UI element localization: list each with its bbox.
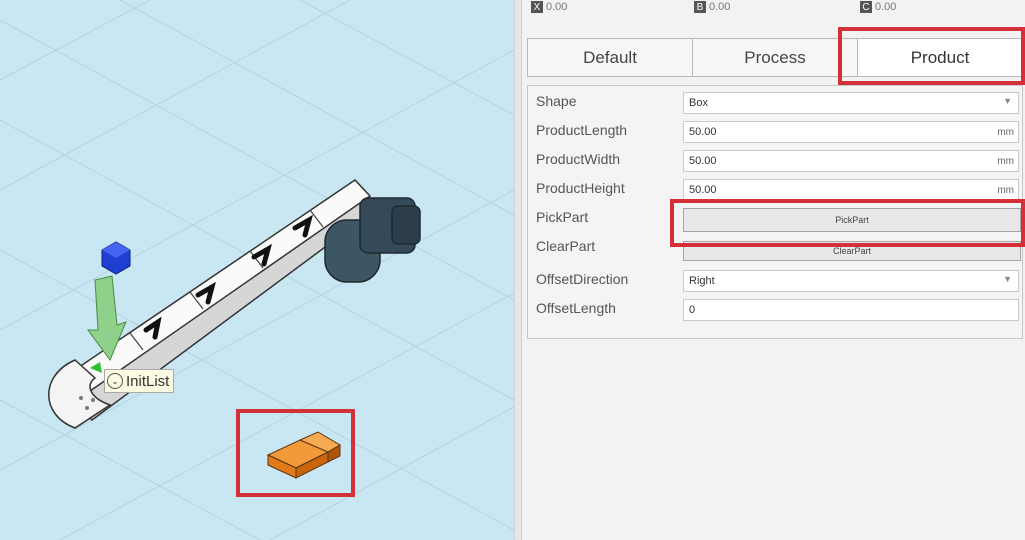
length-unit: mm <box>997 127 1014 138</box>
offset-direction-select[interactable]: Right ▼ <box>683 270 1019 292</box>
prop-row-height: ProductHeight 50.00 mm <box>528 176 1022 205</box>
prop-row-length: ProductLength 50.00 mm <box>528 118 1022 147</box>
coord-c[interactable]: C 0.00 <box>860 0 896 14</box>
width-value: 50.00 <box>689 155 717 167</box>
coord-x-label: X <box>531 1 543 13</box>
pickpart-label: PickPart <box>536 209 589 225</box>
length-label: ProductLength <box>536 122 628 138</box>
offset-direction-value: Right <box>689 275 715 287</box>
prop-row-pickpart: PickPart PickPart <box>528 205 1022 234</box>
panel-splitter[interactable] <box>514 0 522 540</box>
tab-default[interactable]: Default <box>528 39 693 76</box>
property-panel: X 0.00 B 0.00 C 0.00 Default Process Pro… <box>522 0 1025 540</box>
coord-c-label: C <box>860 1 872 13</box>
3d-viewport[interactable]: ⌄ InitList <box>0 0 514 540</box>
width-unit: mm <box>997 156 1014 167</box>
coord-b-value: 0.00 <box>709 1 731 13</box>
shape-value: Box <box>689 97 708 109</box>
prop-row-clearpart: ClearPart ClearPart <box>528 234 1022 263</box>
offset-length-field[interactable]: 0 <box>683 299 1019 321</box>
offset-length-value: 0 <box>689 304 696 316</box>
coord-x[interactable]: X 0.00 <box>531 0 567 14</box>
coord-c-value: 0.00 <box>875 1 897 13</box>
offset-direction-label: OffsetDirection <box>536 271 629 287</box>
prop-row-offset-length: OffsetLength 0 <box>528 296 1022 325</box>
shape-label: Shape <box>536 93 577 109</box>
width-label: ProductWidth <box>536 151 621 167</box>
height-label: ProductHeight <box>536 180 625 196</box>
coordinate-row: X 0.00 B 0.00 C 0.00 <box>522 0 1025 18</box>
chevron-down-icon[interactable]: ⌄ <box>107 373 123 389</box>
tab-product[interactable]: Product <box>858 39 1022 76</box>
product-length-field[interactable]: 50.00 mm <box>683 121 1019 143</box>
height-unit: mm <box>997 185 1014 196</box>
coord-b-label: B <box>694 1 706 13</box>
scene-canvas <box>0 0 514 540</box>
coord-x-value: 0.00 <box>546 1 568 13</box>
clearpart-button[interactable]: ClearPart <box>683 241 1021 261</box>
product-properties: Shape Box ▼ ProductLength 50.00 mm Produ… <box>527 85 1023 339</box>
prop-row-shape: Shape Box ▼ <box>528 89 1022 118</box>
product-box-model[interactable] <box>266 431 341 479</box>
shape-select[interactable]: Box ▼ <box>683 92 1019 114</box>
tab-process[interactable]: Process <box>693 39 858 76</box>
dropdown-arrow-icon: ▼ <box>1003 274 1012 284</box>
tab-bar: Default Process Product <box>527 38 1023 77</box>
product-width-field[interactable]: 50.00 mm <box>683 150 1019 172</box>
dropdown-arrow-icon: ▼ <box>1003 96 1012 106</box>
prop-row-offset-direction: OffsetDirection Right ▼ <box>528 267 1022 296</box>
pickpart-button[interactable]: PickPart <box>683 208 1021 232</box>
height-value: 50.00 <box>689 184 717 196</box>
clearpart-label: ClearPart <box>536 238 596 254</box>
tooltip-label: InitList <box>126 372 170 390</box>
length-value: 50.00 <box>689 126 717 138</box>
coord-b[interactable]: B 0.00 <box>694 0 730 14</box>
initlist-tooltip[interactable]: ⌄ InitList <box>104 369 175 393</box>
product-height-field[interactable]: 50.00 mm <box>683 179 1019 201</box>
prop-row-width: ProductWidth 50.00 mm <box>528 147 1022 176</box>
offset-length-label: OffsetLength <box>536 300 616 316</box>
